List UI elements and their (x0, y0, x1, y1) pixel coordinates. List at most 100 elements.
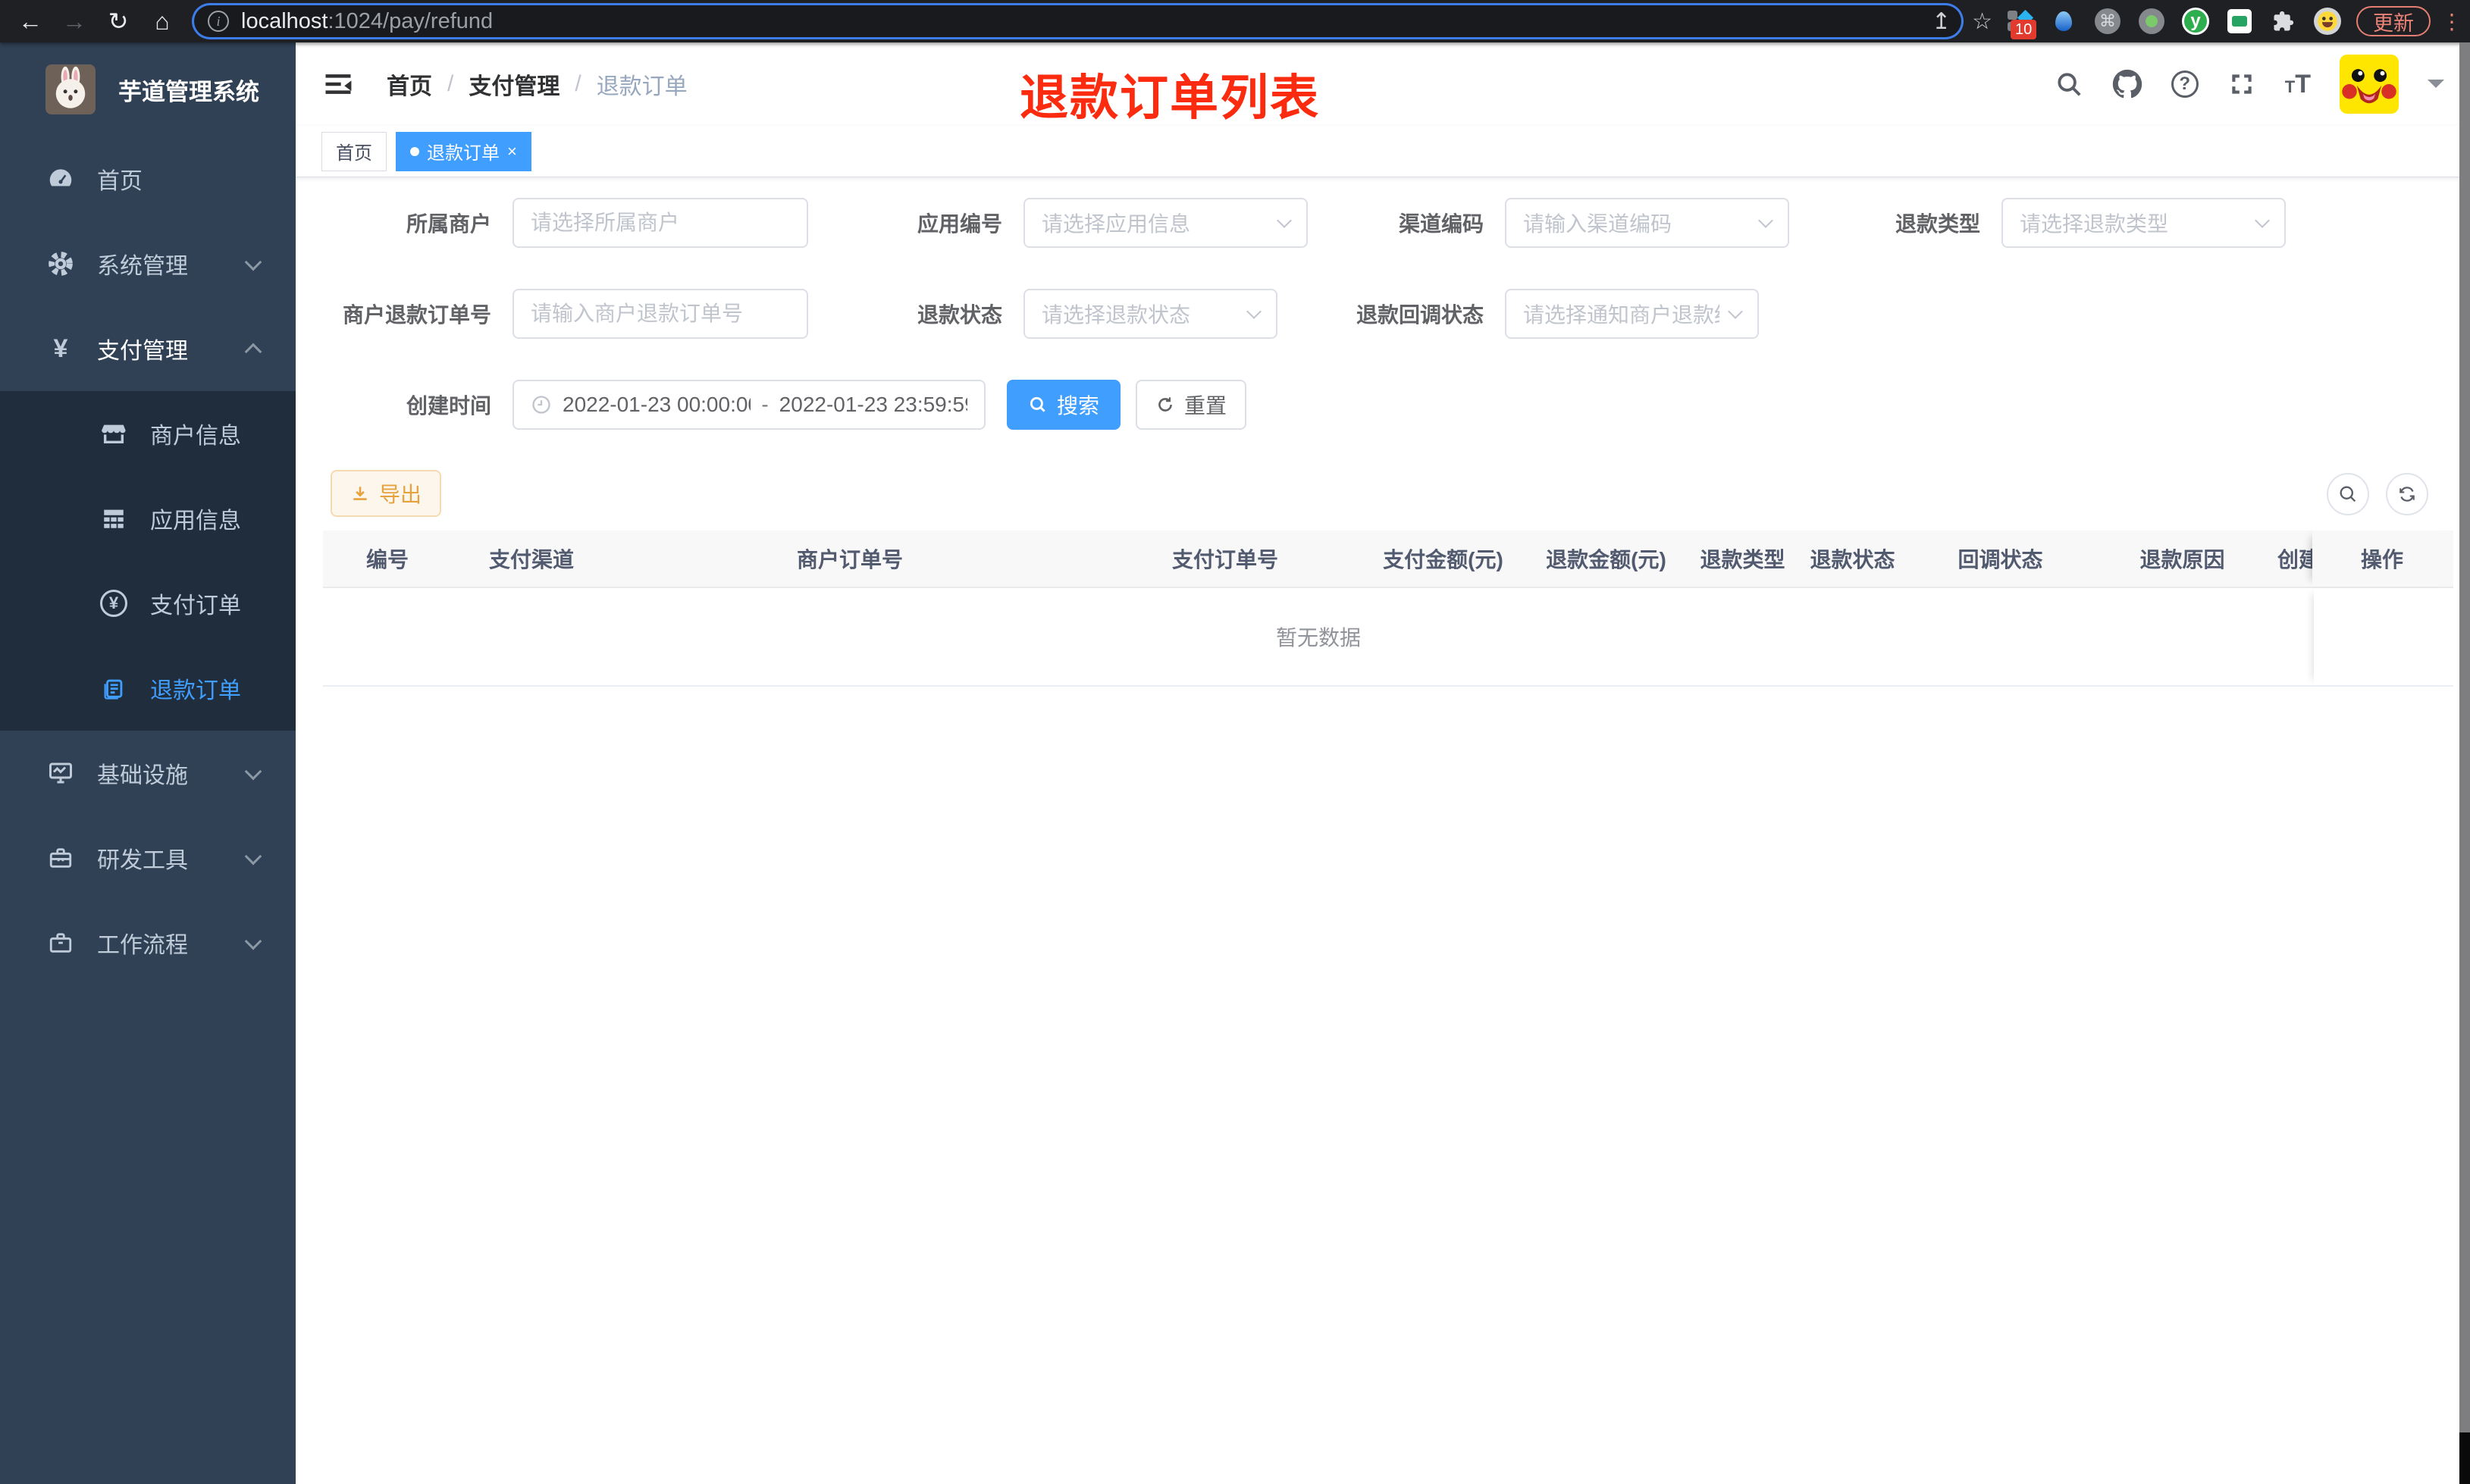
col-id: 编号 (365, 548, 409, 571)
sidebar-item-home[interactable]: 首页 (0, 136, 296, 221)
gem-extension-icon[interactable] (2050, 8, 2077, 35)
channel-select[interactable]: 请输入渠道编码 (1505, 198, 1789, 248)
tag-refund-order[interactable]: 退款订单 × (396, 131, 531, 171)
sidebar-menu: 首页 系统管理 ¥ 支付管理 商户信息 应用信息 ¥ 支付订单 退款订单 基础设… (0, 136, 296, 985)
share-icon[interactable]: ↥ (1932, 8, 1951, 35)
breadcrumb-payment[interactable]: 支付管理 (469, 67, 560, 101)
address-bar[interactable]: i localhost:1024/pay/refund ↥ (194, 5, 1962, 37)
toolbox-icon (44, 845, 77, 871)
command-extension-icon[interactable]: ⌘ (2094, 8, 2121, 35)
user-avatar[interactable] (2340, 55, 2399, 114)
col-refund-reason: 退款原因 (2139, 548, 2225, 571)
app-select[interactable]: 请选择应用信息 (1023, 198, 1308, 248)
callback-status-select[interactable]: 请选择通知商户退款结果的 (1505, 289, 1759, 339)
refresh-table-button[interactable] (2386, 473, 2428, 515)
breadcrumb: 首页 / 支付管理 / 退款订单 (387, 67, 688, 101)
merchant-refund-no-field[interactable] (531, 302, 790, 326)
fixed-actions-column (2314, 588, 2453, 685)
fullscreen-icon[interactable] (2227, 70, 2256, 99)
sidebar-item-system[interactable]: 系统管理 (0, 221, 296, 306)
reset-button[interactable]: 重置 (1136, 380, 1247, 430)
reload-icon[interactable]: ↻ (102, 5, 135, 38)
chevron-down-icon (1246, 304, 1262, 319)
github-icon[interactable] (2112, 69, 2142, 99)
briefcase-icon (44, 930, 77, 956)
forward-icon[interactable]: → (58, 5, 91, 38)
search-button[interactable]: 搜索 (1007, 380, 1121, 430)
sidebar-item-workflow[interactable]: 工作流程 (0, 900, 296, 985)
font-size-icon[interactable]: TT (2285, 70, 2311, 99)
sidebar-item-refund-order[interactable]: 退款订单 (0, 646, 296, 731)
sidebar-item-pay-order[interactable]: ¥ 支付订单 (0, 561, 296, 646)
main-area: 首页 / 支付管理 / 退款订单 退款订单列表 ? TT 首页 退款订单 × 所… (296, 42, 2470, 1484)
window-scrollbar[interactable] (2459, 42, 2470, 1432)
emoji-extension-icon[interactable] (2314, 8, 2341, 35)
export-button[interactable]: 导出 (331, 470, 442, 517)
col-refund-amount: 退款金额(元) (1546, 548, 1666, 571)
sidebar-item-dev-tools[interactable]: 研发工具 (0, 816, 296, 900)
merchant-refund-no-input[interactable] (512, 289, 808, 339)
logo-avatar (45, 64, 96, 114)
app-logo: 芋道管理系统 (0, 42, 296, 136)
update-button[interactable]: 更新 (2356, 6, 2431, 36)
refresh-icon (2399, 487, 2415, 502)
url-text: localhost:1024/pay/refund (241, 8, 494, 33)
chat-extension-icon[interactable] (2226, 8, 2253, 35)
page-title: 退款订单列表 (1020, 70, 1320, 125)
merchant-input[interactable] (512, 198, 808, 248)
yen-circle-icon: ¥ (97, 590, 130, 617)
table-empty-body: 暂无数据 (323, 588, 2453, 687)
app-title: 芋道管理系统 (118, 78, 259, 105)
download-icon (353, 487, 367, 500)
browser-menu-icon[interactable]: ⋮ (2441, 9, 2462, 34)
chevron-down-icon (1277, 213, 1292, 228)
extension-badge: 10 (2011, 20, 2037, 39)
sidebar-item-payment[interactable]: ¥ 支付管理 (0, 306, 296, 391)
refund-type-select[interactable]: 请选择退款类型 (2001, 198, 2286, 248)
document-icon (97, 675, 130, 701)
search-icon (2340, 486, 2356, 502)
toggle-search-button[interactable] (2327, 473, 2369, 515)
site-info-icon[interactable]: i (208, 11, 229, 32)
sidebar-item-app-info[interactable]: 应用信息 (0, 476, 296, 561)
dashboard-icon (44, 164, 77, 193)
collapse-sidebar-icon[interactable] (321, 67, 355, 101)
sidebar-item-merchant-info[interactable]: 商户信息 (0, 391, 296, 476)
refresh-icon (1158, 397, 1172, 412)
help-icon[interactable]: ? (2171, 70, 2199, 98)
clock-icon (532, 396, 550, 414)
filter-label-app: 应用编号 (917, 212, 1002, 236)
recorder-extension-icon[interactable] (2138, 8, 2165, 35)
filter-label-callback-status: 退款回调状态 (1356, 303, 1484, 327)
breadcrumb-home[interactable]: 首页 (387, 67, 432, 101)
search-icon[interactable] (2055, 70, 2083, 99)
close-icon[interactable]: × (507, 142, 517, 161)
window-corner (2459, 1432, 2470, 1484)
date-end[interactable]: 2022-01-23 23:59:59 (779, 393, 967, 417)
avatar-caret-icon[interactable] (2428, 80, 2444, 96)
empty-data-text: 暂无数据 (1275, 626, 1361, 650)
merchant-input-field[interactable] (531, 211, 790, 235)
bookmark-star-icon[interactable]: ☆ (1972, 8, 1992, 35)
y-extension-icon[interactable]: y (2182, 8, 2209, 35)
back-icon[interactable]: ← (14, 5, 47, 38)
home-icon[interactable]: ⌂ (146, 5, 179, 38)
search-icon (1030, 396, 1045, 412)
col-pay-amount: 支付金额(元) (1383, 548, 1503, 571)
date-start[interactable]: 2022-01-23 00:00:00 (563, 393, 751, 417)
refund-status-select[interactable]: 请选择退款状态 (1023, 289, 1277, 339)
yen-icon: ¥ (53, 333, 68, 363)
filter-label-refund-status: 退款状态 (917, 303, 1002, 327)
col-pay-order-no: 支付订单号 (1171, 548, 1278, 571)
grid-icon (97, 506, 130, 531)
sidebar-item-infrastructure[interactable]: 基础设施 (0, 731, 296, 816)
tab-manager-extension-icon[interactable]: 10 (2006, 8, 2037, 39)
gear-icon (44, 249, 77, 278)
chevron-down-icon (244, 932, 262, 950)
tag-home[interactable]: 首页 (321, 131, 387, 171)
date-range-picker[interactable]: 2022-01-23 00:00:00 - 2022-01-23 23:59:5… (512, 380, 986, 430)
filter-label-refund-type: 退款类型 (1895, 212, 1980, 236)
extensions-puzzle-icon[interactable] (2270, 8, 2297, 35)
chevron-down-icon (244, 762, 262, 781)
chevron-down-icon (244, 253, 262, 271)
